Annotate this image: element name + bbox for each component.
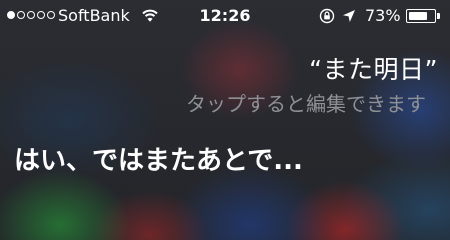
battery-tip bbox=[437, 13, 440, 19]
location-arrow-icon bbox=[343, 10, 355, 22]
tap-to-edit-hint[interactable]: タップすると編集できます bbox=[186, 88, 426, 117]
rotation-lock-icon bbox=[319, 8, 335, 24]
status-bar: SoftBank 12:26 73% bbox=[0, 0, 450, 32]
battery-percentage: 73% bbox=[365, 6, 401, 25]
user-query-text[interactable]: “また明日” bbox=[309, 50, 438, 86]
battery-level-fill bbox=[409, 12, 427, 20]
siri-background bbox=[0, 0, 450, 240]
siri-response-text: はい、ではまたあとで... bbox=[14, 146, 303, 176]
battery-icon bbox=[406, 9, 436, 23]
